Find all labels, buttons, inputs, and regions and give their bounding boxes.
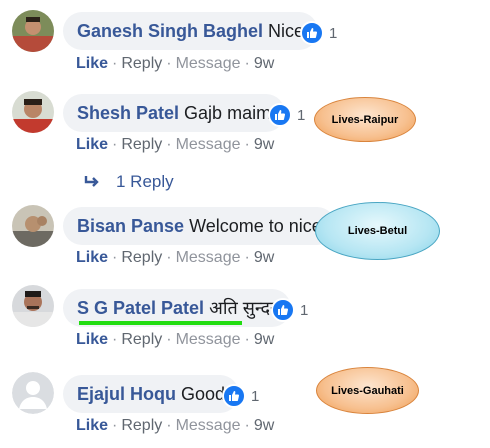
avatar[interactable]: [12, 205, 54, 247]
callout-gauhati: Lives-Gauhati: [316, 367, 419, 414]
separator: ·: [244, 417, 250, 434]
callout-betul: Lives-Betul: [315, 202, 440, 260]
reaction-number: 1: [300, 301, 309, 319]
comment-author[interactable]: Shesh Patel: [77, 103, 179, 124]
separator: ·: [112, 136, 118, 153]
reaction-number: 1: [251, 387, 260, 405]
separator: ·: [166, 331, 172, 348]
separator: ·: [112, 55, 118, 72]
like-link[interactable]: Like: [76, 249, 108, 266]
separator: ·: [244, 55, 250, 72]
callout-label: Lives-Gauhati: [331, 384, 404, 397]
avatar[interactable]: [12, 10, 54, 52]
comment-text: अति सुन्दर: [209, 298, 278, 318]
callout-label: Lives-Raipur: [331, 113, 399, 126]
comment-author[interactable]: Ejajul Hoqu: [77, 384, 176, 405]
reply-arrow-icon: [84, 176, 99, 187]
like-link[interactable]: Like: [76, 417, 108, 434]
callout-label: Lives-Betul: [347, 225, 408, 237]
timestamp[interactable]: 9w: [254, 331, 274, 348]
like-reaction-icon: [300, 21, 324, 45]
separator: ·: [244, 249, 250, 266]
comment-bubble: Ganesh Singh Baghel Nice: [63, 12, 319, 50]
separator: ·: [166, 55, 172, 72]
reply-link[interactable]: Reply: [121, 331, 162, 348]
separator: ·: [244, 331, 250, 348]
timestamp[interactable]: 9w: [254, 249, 274, 266]
message-link[interactable]: Message: [176, 417, 241, 434]
reaction-number: 1: [329, 24, 338, 42]
comment-actions: Like · Reply · Message · 9w: [76, 417, 274, 435]
replies-count[interactable]: 1 Reply: [116, 172, 174, 192]
comment-bubble: Bisan Panse Welcome to nice: [63, 207, 336, 245]
separator: ·: [166, 136, 172, 153]
comment-author[interactable]: Ganesh Singh Baghel: [77, 21, 263, 42]
reply-link[interactable]: Reply: [121, 55, 162, 72]
reply-link[interactable]: Reply: [121, 136, 162, 153]
like-link[interactable]: Like: [76, 136, 108, 153]
like-reaction-icon: [222, 384, 246, 408]
message-link[interactable]: Message: [176, 136, 241, 153]
comment-bubble: Ejajul Hoqu Good: [63, 375, 240, 413]
comment-author[interactable]: Bisan Panse: [77, 216, 184, 237]
like-link[interactable]: Like: [76, 331, 108, 348]
comment-text: Nice: [268, 20, 305, 41]
like-reaction-icon: [268, 103, 292, 127]
comment-text: Good: [181, 383, 226, 404]
avatar[interactable]: [12, 285, 54, 327]
reaction-count[interactable]: 1: [222, 384, 259, 408]
view-replies-link[interactable]: 1 Reply: [84, 172, 174, 192]
reply-link[interactable]: Reply: [121, 417, 162, 434]
comment-text: Welcome to nice: [189, 215, 322, 236]
reaction-count[interactable]: 1: [271, 298, 308, 322]
timestamp[interactable]: 9w: [254, 136, 274, 153]
comment-actions: Like · Reply · Message · 9w: [76, 331, 274, 349]
like-reaction-icon: [271, 298, 295, 322]
separator: ·: [112, 249, 118, 266]
callout-raipur: Lives-Raipur: [314, 97, 416, 142]
comment-text: Gajb maim: [184, 102, 272, 123]
avatar[interactable]: [12, 91, 54, 133]
like-link[interactable]: Like: [76, 55, 108, 72]
default-avatar[interactable]: [12, 372, 54, 414]
reaction-number: 1: [297, 106, 306, 124]
reaction-count[interactable]: 1: [300, 21, 337, 45]
comment-bubble: Shesh Patel Gajb maim: [63, 94, 286, 132]
reply-link[interactable]: Reply: [121, 249, 162, 266]
separator: ·: [112, 331, 118, 348]
highlight-underline: [79, 321, 242, 325]
comment-actions: Like · Reply · Message · 9w: [76, 249, 274, 267]
separator: ·: [166, 249, 172, 266]
message-link[interactable]: Message: [176, 331, 241, 348]
message-link[interactable]: Message: [176, 249, 241, 266]
separator: ·: [166, 417, 172, 434]
separator: ·: [112, 417, 118, 434]
comment-actions: Like · Reply · Message · 9w: [76, 136, 274, 154]
message-link[interactable]: Message: [176, 55, 241, 72]
comment-author[interactable]: S G Patel Patel: [77, 298, 204, 319]
timestamp[interactable]: 9w: [254, 417, 274, 434]
reaction-count[interactable]: 1: [268, 103, 305, 127]
separator: ·: [244, 136, 250, 153]
comment-actions: Like · Reply · Message · 9w: [76, 55, 274, 73]
timestamp[interactable]: 9w: [254, 55, 274, 72]
